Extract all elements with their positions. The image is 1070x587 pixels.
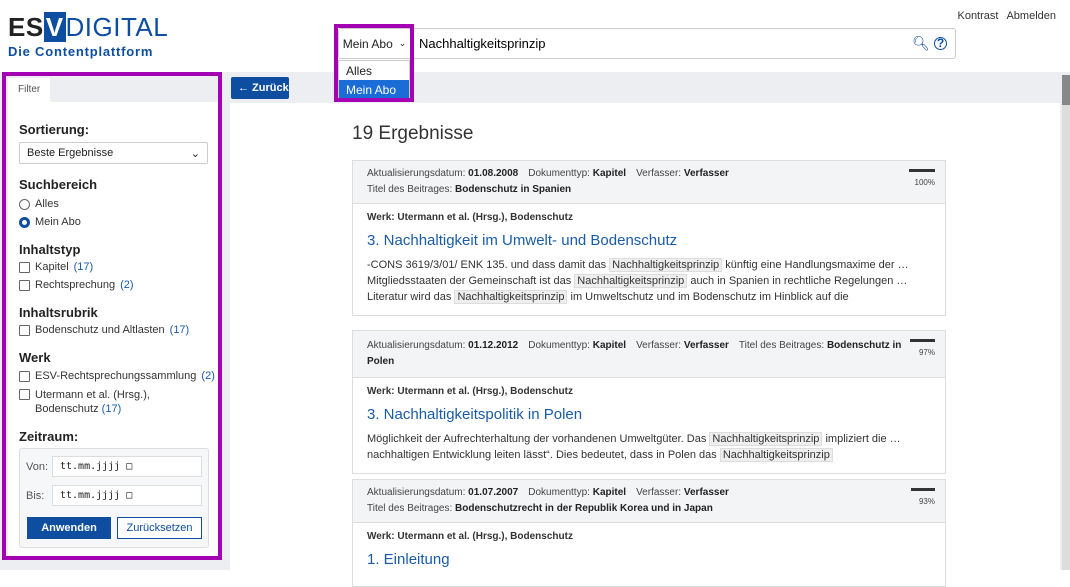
suchbereich-label: Suchbereich [19, 177, 98, 192]
logo-tagline: Die Contentplattform [8, 44, 154, 59]
sort-label: Sortierung: [19, 122, 90, 137]
scrollbar-thumb[interactable] [1062, 75, 1070, 105]
help-icon[interactable]: ? [934, 37, 947, 50]
checkbox-icon [19, 389, 30, 400]
search-highlight: Nachhaltigkeitsprinzip [454, 290, 568, 304]
relevance-score: 97% [909, 339, 935, 361]
search-bar: Mein Abo⌄ 🔍︎ ? [338, 28, 956, 59]
logout-link[interactable]: Abmelden [1006, 10, 1056, 22]
checkbox-icon [19, 324, 30, 336]
result-title-link[interactable]: 1. Einleitung [367, 551, 931, 568]
relevance-score: 93% [909, 488, 935, 510]
score-bar [910, 488, 935, 491]
bis-date-input[interactable]: tt.mm.jjjj □ [52, 485, 202, 506]
scope-dropdown: Alles Mein Abo [338, 60, 410, 100]
snippet-text: Möglichkeit der Aufrechterhaltung der vo… [367, 433, 710, 445]
checkbox-esv[interactable]: ESV-Rechtsprechungssammlung (2) [19, 370, 215, 382]
result-title-link[interactable]: 3. Nachhaltigkeit im Umwelt- und Bodensc… [367, 232, 931, 249]
inhaltstyp-label: Inhaltstyp [19, 242, 81, 257]
contrast-link[interactable]: Kontrast [957, 10, 998, 22]
checkbox-rechtsprechung[interactable]: Rechtsprechung (2) [19, 279, 134, 291]
sort-select[interactable]: Beste Ergebnisse ⌄ [19, 142, 208, 164]
score-bar [909, 169, 935, 172]
checkbox-utermann[interactable]: Utermann et al. (Hrsg.), Bodenschutz (17) [19, 388, 150, 416]
search-highlight: Nachhaltigkeitsprinzip [609, 258, 723, 272]
snippet-text: im Umweltschutz und im Bodenschutz im Hi… [567, 291, 849, 303]
tab-bar [50, 78, 219, 102]
checkbox-icon [19, 279, 30, 291]
result-title-link[interactable]: 3. Nachhaltigkeitspolitik in Polen [367, 406, 931, 423]
checkbox-kapitel[interactable]: Kapitel (17) [19, 261, 93, 273]
scope-option-mein-abo[interactable]: Mein Abo [339, 80, 409, 99]
search-input[interactable] [411, 36, 908, 51]
radio-mein-abo[interactable]: Mein Abo [19, 216, 81, 228]
bis-label: Bis: [26, 490, 45, 502]
logo[interactable]: ESVDIGITAL [8, 12, 168, 43]
checkbox-icon [19, 370, 30, 382]
score-bar [909, 339, 935, 342]
scope-option-alles[interactable]: Alles [339, 61, 409, 80]
checkbox-bodenschutz[interactable]: Bodenschutz und Altlasten (17) [19, 324, 189, 336]
result-card: Aktualisierungsdatum: 01.07.2007 Dokument… [352, 479, 946, 587]
relevance-score: 100% [909, 169, 935, 191]
top-links: Kontrast Abmelden [949, 10, 1056, 22]
radio-alles[interactable]: Alles [19, 198, 59, 210]
result-snippet: Möglichkeit der Aufrechterhaltung der vo… [367, 431, 931, 463]
result-snippet: -CONS 3619/3/01/ ENK 135. und dass damit… [367, 257, 931, 305]
result-card: Aktualisierungsdatum: 01.08.2008 Dokument… [352, 160, 946, 316]
chevron-down-icon: ⌄ [398, 38, 407, 48]
werk-label: Werk [19, 350, 51, 365]
search-highlight: Nachhaltigkeitsprinzip [709, 432, 823, 446]
radio-icon [19, 198, 30, 210]
scrollbar[interactable] [1062, 75, 1070, 570]
zeitraum-label: Zeitraum: [19, 429, 79, 444]
result-card: Aktualisierungsdatum: 01.12.2012 Dokument… [352, 330, 946, 474]
calendar-icon[interactable]: □ [126, 490, 132, 501]
apply-button[interactable]: Anwenden [27, 517, 111, 539]
radio-checked-icon [19, 216, 30, 228]
results-count: 19 Ergebnisse [352, 123, 474, 144]
result-meta: Aktualisierungsdatum: 01.07.2007 Dokument… [353, 480, 945, 523]
tab-filter[interactable]: Filter [8, 78, 50, 102]
search-scope-select[interactable]: Mein Abo ⌄ [339, 29, 411, 58]
von-date-input[interactable]: tt.mm.jjjj □ [52, 456, 202, 477]
snippet-text: -CONS 3619/3/01/ ENK 135. und dass damit… [367, 259, 610, 271]
result-meta: Aktualisierungsdatum: 01.08.2008 Dokument… [353, 161, 945, 204]
search-highlight: Nachhaltigkeitsprinzip [719, 448, 833, 462]
chevron-down-icon: ⌄ [190, 148, 200, 160]
result-meta: Aktualisierungsdatum: 01.12.2012 Dokument… [353, 331, 945, 378]
result-werk: Werk: Utermann et al. (Hrsg.), Bodenschu… [367, 386, 573, 397]
result-werk: Werk: Utermann et al. (Hrsg.), Bodenschu… [367, 212, 573, 223]
checkbox-icon [19, 261, 30, 273]
inhaltsrubrik-label: Inhaltsrubrik [19, 305, 98, 320]
search-highlight: Nachhaltigkeitsprinzip [574, 274, 688, 288]
reset-button[interactable]: Zurücksetzen [117, 517, 202, 539]
calendar-icon[interactable]: □ [126, 461, 132, 472]
back-button[interactable]: ← Zurück [231, 77, 289, 99]
result-werk: Werk: Utermann et al. (Hrsg.), Bodenschu… [367, 531, 573, 542]
search-icon[interactable]: 🔍︎ [908, 35, 934, 52]
von-label: Von: [26, 461, 49, 473]
